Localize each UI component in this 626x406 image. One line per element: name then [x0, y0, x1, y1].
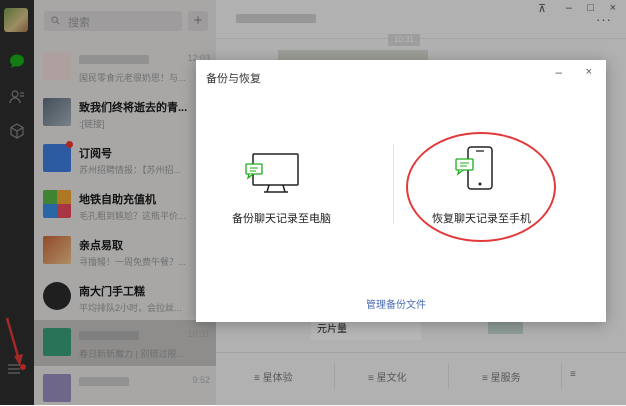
computer-icon[interactable] [242, 150, 302, 196]
backup-to-pc-option[interactable]: 备份聊天记录至电脑 [232, 210, 331, 226]
manage-backup-files-link[interactable]: 管理备份文件 [366, 296, 426, 311]
highlight-circle [406, 132, 556, 242]
dialog-title: 备份与恢复 [206, 73, 261, 85]
dialog-close-button[interactable]: × [586, 66, 592, 78]
dialog-minimize-button[interactable]: – [555, 65, 562, 79]
dialog-divider [393, 144, 394, 224]
backup-restore-dialog: 备份与恢复 – × 备份聊天记录至电脑 恢复聊天记录至手机 管理备份文件 [196, 60, 606, 322]
